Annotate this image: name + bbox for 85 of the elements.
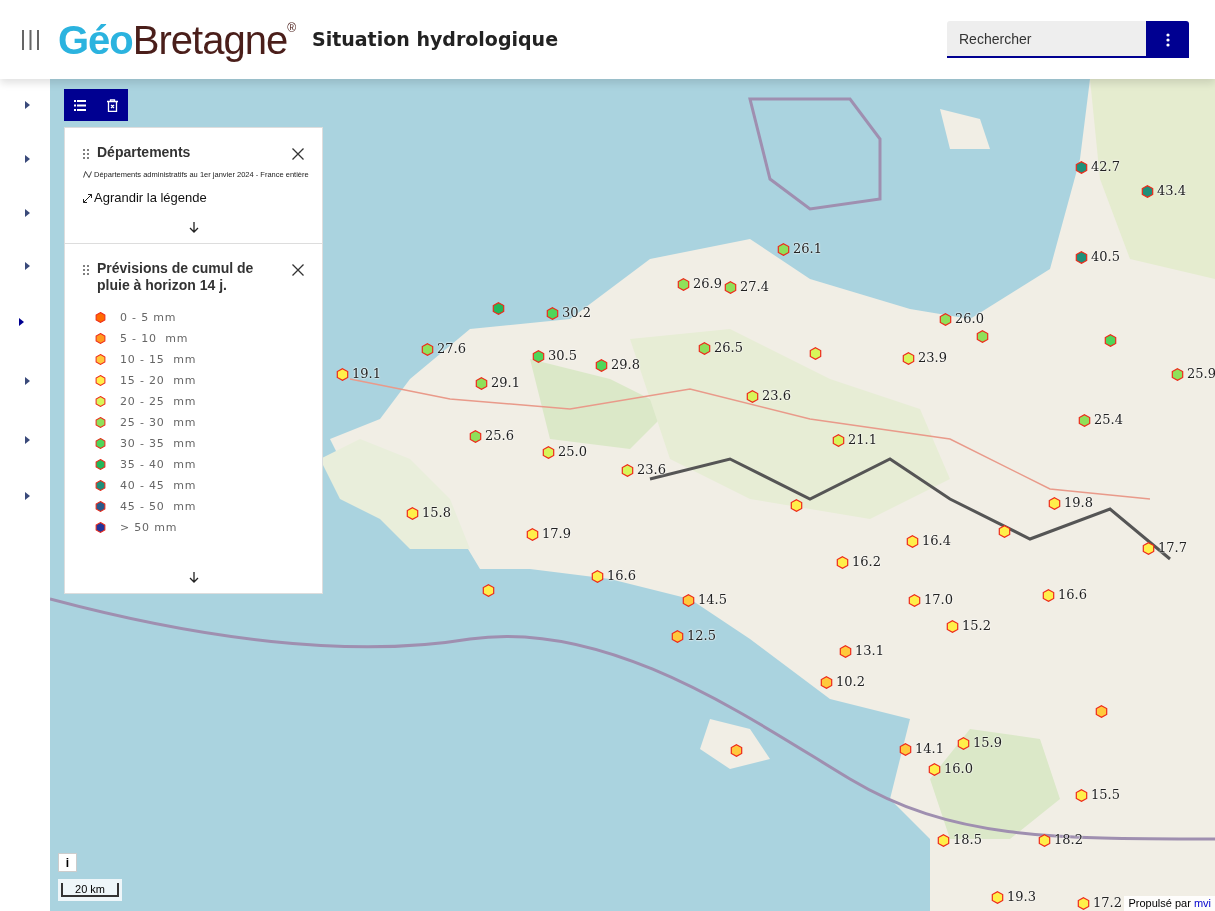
marker-value: 16.6 [607, 569, 636, 583]
marker-value: 29.1 [491, 376, 520, 390]
marker-value: 29.8 [611, 358, 640, 372]
down-arrow-icon[interactable] [188, 221, 199, 233]
expand-legend-link[interactable]: Agrandir la légende [83, 188, 304, 208]
legend-class-label: 40 - 45 mm [120, 477, 197, 494]
close-icon[interactable] [292, 148, 304, 160]
marker-value: 26.9 [693, 277, 722, 291]
legend-class-label: 20 - 25 mm [120, 393, 197, 410]
marker-value: 14.1 [915, 742, 944, 756]
marker-value: 26.0 [955, 312, 984, 326]
marker-value: 23.6 [637, 463, 666, 477]
marker-value: 16.2 [852, 555, 881, 569]
expand-caret-icon[interactable] [25, 436, 30, 444]
expand-icon [83, 193, 92, 203]
marker-value: 17.7 [1158, 541, 1187, 555]
scale-label: 20 km [61, 883, 119, 897]
legend-class-label: 10 - 15 mm [120, 351, 197, 368]
legend-class-label: 5 - 10 mm [120, 330, 189, 347]
close-icon[interactable] [292, 263, 304, 276]
layer-title: Prévisions de cumul de pluie à horizon 14 j. [97, 259, 255, 294]
menu-icon[interactable] [21, 29, 40, 50]
layer-title: Départements [97, 144, 192, 161]
marker-value: 17.9 [542, 527, 571, 541]
marker-value: 30.2 [562, 306, 591, 320]
expand-caret-icon[interactable] [25, 155, 30, 163]
marker-value: 23.6 [762, 389, 791, 403]
marker-value: 21.1 [848, 433, 877, 447]
legend-class-label: 15 - 20 mm [120, 372, 197, 389]
list-icon [74, 99, 86, 111]
marker-value: 13.1 [855, 644, 884, 658]
marker-value: 26.5 [714, 341, 743, 355]
marker-value: 27.6 [437, 342, 466, 356]
legend-class-label: 25 - 30 mm [120, 414, 197, 431]
expand-caret-icon[interactable] [19, 318, 24, 326]
kebab-icon [1165, 32, 1170, 47]
down-arrow-icon[interactable] [188, 572, 199, 583]
marker-value: 23.9 [918, 351, 947, 365]
search-field[interactable]: Rechercher [947, 21, 1146, 58]
marker-value: 16.4 [922, 534, 951, 548]
marker-value: 25.9 [1187, 367, 1215, 381]
expand-caret-icon[interactable] [25, 377, 30, 385]
marker-value: 15.2 [962, 619, 991, 633]
marker-value: 25.0 [558, 445, 587, 459]
marker-value: 42.7 [1091, 160, 1120, 174]
legend-class-label: 35 - 40 mm [120, 456, 197, 473]
marker-value: 15.8 [422, 506, 451, 520]
legend-class-label: 0 - 5 mm [120, 309, 177, 326]
marker-value: 30.5 [548, 349, 577, 363]
marker-value: 15.5 [1091, 788, 1120, 802]
line-symbol-icon [83, 171, 92, 179]
marker-value: 10.2 [836, 675, 865, 689]
page-title: Situation hydrologique [312, 27, 559, 53]
info-button[interactable]: i [58, 853, 77, 872]
marker-value: 19.8 [1064, 496, 1093, 510]
expand-caret-icon[interactable] [25, 209, 30, 217]
marker-value: 27.4 [740, 280, 769, 294]
marker-value: 19.1 [352, 367, 381, 381]
marker-value: 16.0 [944, 762, 973, 776]
marker-value: 26.1 [793, 242, 822, 256]
marker-value: 25.6 [485, 429, 514, 443]
drag-handle-icon[interactable] [83, 149, 89, 159]
trash-icon [106, 98, 118, 112]
marker-value: 16.6 [1058, 588, 1087, 602]
legend-class-label: > 50 mm [120, 519, 178, 536]
drag-handle-icon[interactable] [83, 264, 89, 275]
logo[interactable]: GéoBretagne® [58, 19, 296, 60]
marker-value: 40.5 [1091, 250, 1120, 264]
marker-value: 17.0 [924, 593, 953, 607]
marker-value: 18.2 [1054, 833, 1083, 847]
marker-value: 19.3 [1007, 890, 1036, 904]
legend-class-label: 30 - 35 mm [120, 435, 197, 452]
marker-value: 14.5 [698, 593, 727, 607]
marker-value: 43.4 [1157, 184, 1186, 198]
marker-value: 12.5 [687, 629, 716, 643]
expand-caret-icon[interactable] [25, 101, 30, 109]
expand-caret-icon[interactable] [25, 262, 30, 270]
marker-value: 17.2 [1093, 896, 1122, 910]
marker-value: 18.5 [953, 833, 982, 847]
marker-value: 25.4 [1094, 413, 1123, 427]
expand-caret-icon[interactable] [25, 492, 30, 500]
marker-value: 15.9 [973, 736, 1002, 750]
legend-class-label: 45 - 50 mm [120, 498, 197, 515]
attribution-text: Propulsé par [1128, 897, 1191, 909]
attribution-link[interactable]: mvi [1193, 897, 1211, 909]
